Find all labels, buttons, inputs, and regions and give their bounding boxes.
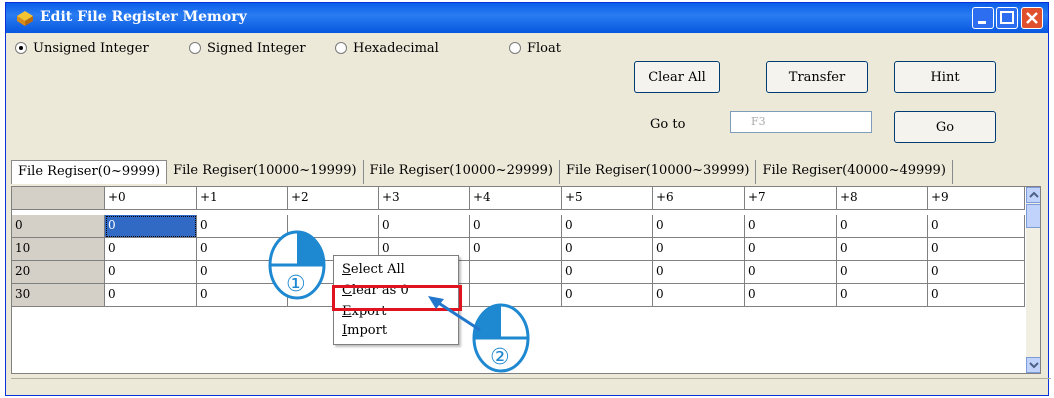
column-header: +0 <box>105 187 197 210</box>
row-header: 20 <box>12 261 105 284</box>
radio-label: Float <box>527 40 561 56</box>
table-cell[interactable]: 0 <box>562 238 653 261</box>
row-header: 0 <box>12 215 105 238</box>
column-header: +6 <box>653 187 745 210</box>
minimize-icon <box>978 21 986 24</box>
table-cell[interactable]: 0 <box>745 238 837 261</box>
column-header: +3 <box>379 187 470 210</box>
tab-register-40000-49999[interactable]: File Regiser(40000~49999) <box>756 160 953 184</box>
radio-unsigned-integer[interactable]: Unsigned Integer <box>15 38 149 58</box>
tab-register-10000-19999[interactable]: File Regiser(10000~19999) <box>167 160 364 184</box>
table-cell[interactable]: 0 <box>653 238 745 261</box>
table-cell[interactable]: 0 <box>105 238 197 261</box>
table-cell[interactable]: 0 <box>928 215 1025 238</box>
chevron-down-icon <box>1029 362 1039 369</box>
close-button[interactable] <box>1021 7 1043 29</box>
radio-indicator <box>15 42 27 54</box>
maximize-button[interactable] <box>996 7 1018 29</box>
window-title: Edit File Register Memory <box>40 9 247 25</box>
table-cell[interactable]: 0 <box>837 284 928 307</box>
register-tabs: File Regiser(0~9999) File Regiser(10000~… <box>11 160 953 184</box>
table-cell[interactable]: 0 <box>105 284 197 307</box>
column-header: +4 <box>470 187 562 210</box>
table-cell[interactable] <box>470 261 562 284</box>
table-cell[interactable]: 0 <box>105 215 197 238</box>
table-cell[interactable]: 0 <box>379 215 470 238</box>
callout-step-1: ① <box>286 272 306 297</box>
goto-label: Go to <box>650 117 686 132</box>
radio-indicator <box>335 42 347 54</box>
scroll-thumb[interactable] <box>1026 204 1040 228</box>
radio-label: Unsigned Integer <box>33 40 149 56</box>
table-cell[interactable]: 0 <box>928 284 1025 307</box>
hint-button[interactable]: Hint <box>894 61 996 93</box>
column-header: +9 <box>928 187 1025 210</box>
maximize-icon <box>1000 11 1014 24</box>
scroll-down-button[interactable] <box>1026 357 1040 373</box>
table-cell[interactable]: 0 <box>562 284 653 307</box>
table-cell[interactable]: 0 <box>470 215 562 238</box>
table-cell[interactable]: 0 <box>653 284 745 307</box>
table-cell[interactable]: 0 <box>928 238 1025 261</box>
table-cell[interactable]: 0 <box>837 261 928 284</box>
table-cell[interactable]: 0 <box>837 215 928 238</box>
table-cell[interactable]: 0 <box>653 215 745 238</box>
table-cell[interactable]: 0 <box>562 261 653 284</box>
scroll-up-button[interactable] <box>1026 187 1040 203</box>
column-header: +7 <box>745 187 837 210</box>
row-header: 10 <box>12 238 105 261</box>
mnemonic: S <box>342 262 351 277</box>
tab-register-0-9999[interactable]: File Regiser(0~9999) <box>11 160 168 184</box>
table-cell[interactable]: 0 <box>928 261 1025 284</box>
column-header: +1 <box>197 187 288 210</box>
table-cell[interactable]: 0 <box>745 261 837 284</box>
table-cell[interactable]: 0 <box>745 215 837 238</box>
column-header: +5 <box>562 187 653 210</box>
title-bar[interactable]: Edit File Register Memory <box>6 3 1048 33</box>
radio-indicator <box>189 42 201 54</box>
vertical-scrollbar[interactable] <box>1026 187 1040 373</box>
go-button[interactable]: Go <box>894 111 996 143</box>
goto-input[interactable]: F3 <box>730 111 872 133</box>
table-cell[interactable]: 0 <box>470 238 562 261</box>
radio-label: Signed Integer <box>207 40 306 56</box>
table-cell[interactable]: 0 <box>745 284 837 307</box>
minimize-button[interactable] <box>972 7 994 29</box>
close-icon <box>1026 12 1038 24</box>
table-cell[interactable]: 0 <box>105 261 197 284</box>
clear-all-button[interactable]: Clear All <box>634 61 720 93</box>
column-header: +2 <box>288 187 379 210</box>
menu-item-label: mport <box>347 323 388 338</box>
transfer-button[interactable]: Transfer <box>766 61 868 93</box>
radio-indicator <box>509 42 521 54</box>
table-cell[interactable]: 0 <box>837 238 928 261</box>
radio-hexadecimal[interactable]: Hexadecimal <box>335 38 439 58</box>
radio-signed-integer[interactable]: Signed Integer <box>189 38 306 58</box>
chevron-up-icon <box>1029 191 1039 198</box>
grid-corner <box>12 187 105 210</box>
menu-item-select-all[interactable]: Select All <box>334 262 458 282</box>
callout-step-2: ② <box>490 345 510 370</box>
tab-register-10000-39999[interactable]: File Regiser(10000~39999) <box>560 160 757 184</box>
tab-register-10000-29999[interactable]: File Regiser(10000~29999) <box>364 160 560 184</box>
radio-float[interactable]: Float <box>509 38 561 58</box>
menu-item-label: elect All <box>350 262 405 277</box>
column-header: +8 <box>837 187 928 210</box>
right-click-mouse-icon: ① <box>268 230 326 300</box>
app-icon <box>17 11 33 26</box>
table-cell[interactable]: 0 <box>653 261 745 284</box>
status-bar <box>11 378 1051 397</box>
table-cell[interactable]: 0 <box>562 215 653 238</box>
row-header: 30 <box>12 284 105 307</box>
pointer-arrow-icon <box>428 296 481 332</box>
radio-label: Hexadecimal <box>353 40 439 56</box>
